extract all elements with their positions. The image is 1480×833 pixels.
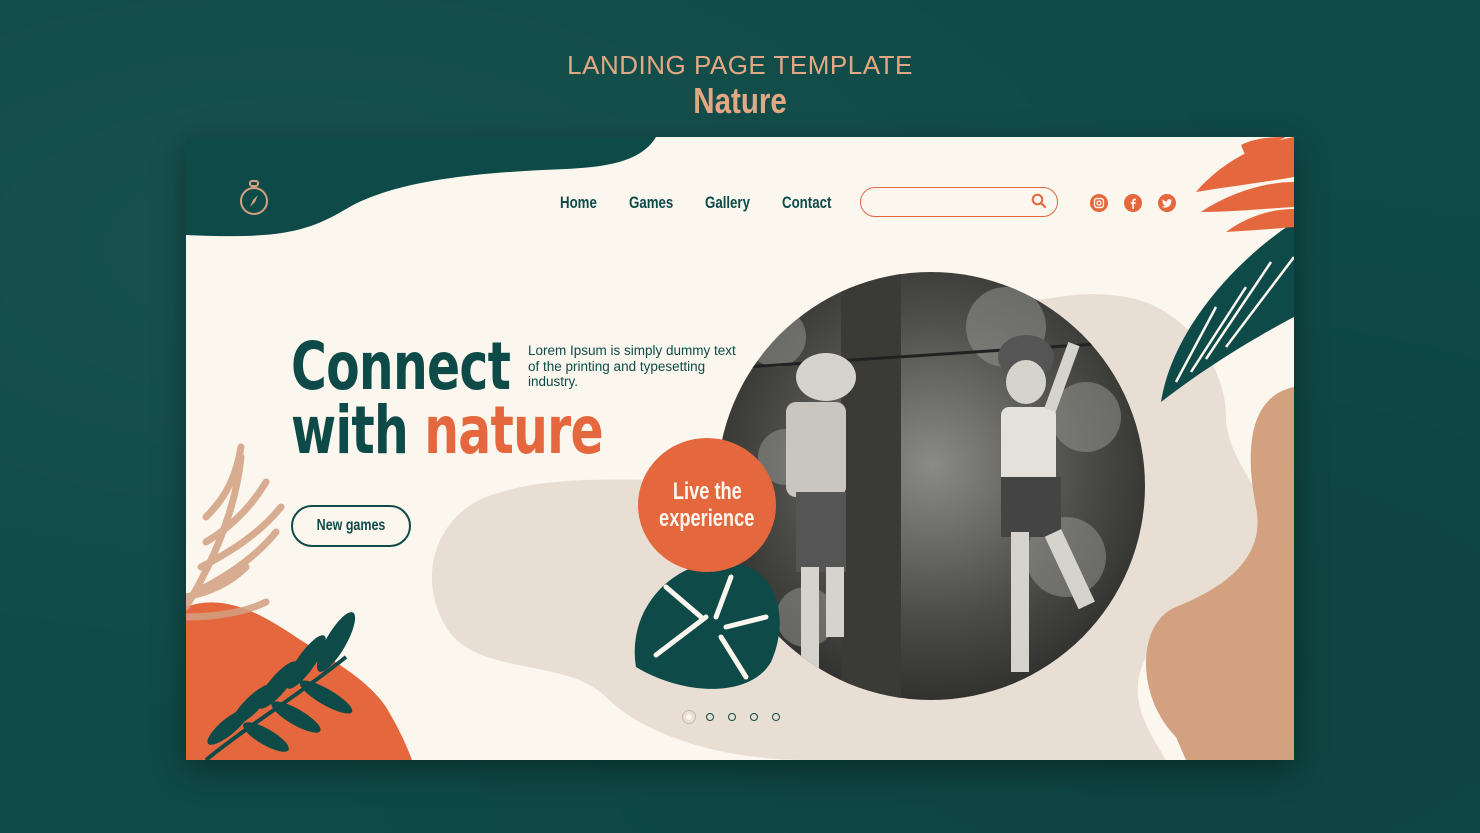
twitter-icon[interactable] — [1158, 194, 1176, 212]
search-box — [860, 187, 1058, 217]
orange-palm-leaf — [1196, 137, 1294, 232]
template-subtitle: Nature — [693, 80, 787, 121]
tan-palm-leaf — [186, 443, 285, 621]
hero-description: Lorem Ipsum is simply dummy text of the … — [528, 343, 736, 389]
badge-line-2: experience — [659, 505, 755, 532]
new-games-button[interactable]: New games — [291, 505, 411, 547]
teal-palm-leaf — [1161, 222, 1294, 402]
live-the-experience-badge: Live the experience — [638, 438, 776, 572]
carousel-dot[interactable] — [728, 713, 736, 721]
compass-logo-icon[interactable] — [238, 179, 270, 219]
carousel-dot[interactable] — [706, 713, 714, 721]
badge-line-1: Live the — [672, 478, 742, 505]
instagram-icon[interactable] — [1090, 194, 1108, 212]
nav-contact[interactable]: Contact — [782, 193, 831, 213]
landing-page-mockup: Home Games Gallery Contact Connect with … — [186, 137, 1294, 760]
new-games-label: New games — [316, 517, 386, 534]
carousel-dot[interactable] — [772, 713, 780, 721]
facebook-icon[interactable] — [1124, 194, 1142, 212]
carousel-dot[interactable] — [750, 713, 758, 721]
nav-games[interactable]: Games — [629, 193, 673, 213]
template-title: LANDING PAGE TEMPLATE — [567, 50, 913, 80]
nav-home[interactable]: Home — [560, 193, 597, 213]
nav-gallery[interactable]: Gallery — [705, 193, 750, 213]
headline-line-2: with nature — [291, 392, 604, 469]
search-input[interactable] — [873, 188, 1037, 216]
search-icon[interactable] — [1031, 193, 1047, 209]
carousel-dot[interactable] — [682, 710, 696, 724]
headline-accent: nature — [424, 392, 603, 469]
